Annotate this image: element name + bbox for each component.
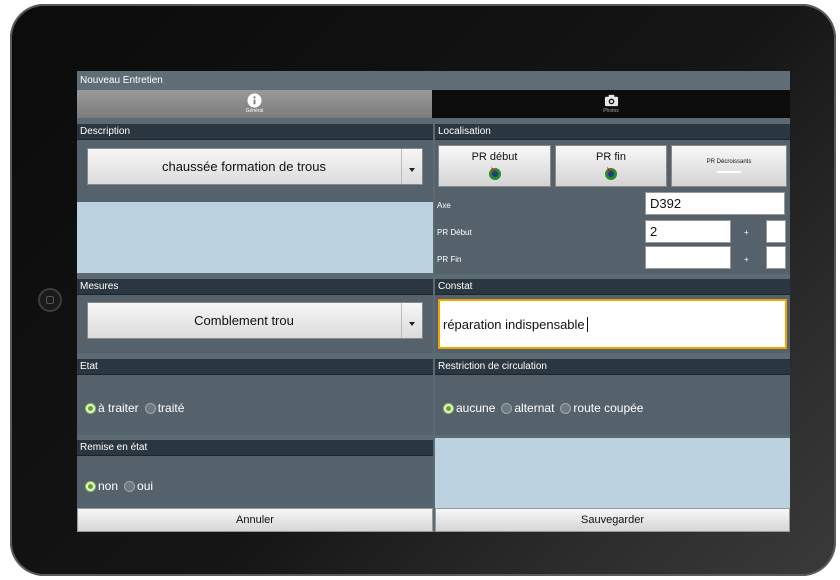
localisation-panel: Localisation PR début PR fin PR Décroiss…: [435, 124, 790, 274]
description-panel: Description chaussée formation de trous: [77, 124, 433, 202]
remise-option-label: non: [98, 479, 119, 493]
restriction-option-label: aucune: [456, 401, 496, 415]
radio-unchecked-icon: [124, 480, 136, 492]
empty-area: [435, 438, 790, 508]
gps-locate-icon: [488, 167, 501, 180]
etat-option-label: à traiter: [98, 401, 139, 415]
pr-debut-input[interactable]: 2: [645, 220, 731, 243]
radio-unchecked-icon: [560, 402, 572, 414]
pr-fin-field-label: PR Fin: [437, 255, 462, 264]
tab-photos[interactable]: Photos: [432, 90, 790, 118]
radio-unchecked-icon: [144, 402, 156, 414]
pr-debut-button-label: PR début: [471, 151, 518, 163]
gps-locate-icon: [605, 167, 617, 180]
restriction-header: Restriction de circulation: [435, 359, 790, 375]
constat-value: réparation indispensable: [443, 316, 585, 332]
radio-unchecked-icon: [501, 402, 513, 414]
etat-radio-group: à traiter traité: [85, 401, 190, 415]
pr-fin-input[interactable]: [645, 246, 731, 269]
description-header: Description: [77, 124, 433, 140]
remise-radio-group: non oui: [85, 479, 159, 493]
radio-checked-icon: [85, 480, 96, 492]
tab-photos-label: Photos: [603, 108, 619, 114]
description-empty-area: [77, 202, 433, 273]
remise-panel: Remise en état non oui: [77, 440, 433, 508]
description-value: chaussée formation de trous: [161, 159, 327, 174]
pr-debut-offset-input[interactable]: [766, 220, 786, 243]
tablet-frame: Nouveau Entretien Général Photos Descrip…: [10, 4, 836, 576]
restriction-option-label: alternat: [514, 401, 555, 415]
remise-option-oui[interactable]: oui: [124, 479, 153, 493]
axe-input[interactable]: D392: [645, 192, 785, 215]
localisation-header: Localisation: [435, 124, 790, 140]
constat-panel: Constat réparation indispensable: [435, 279, 790, 353]
restriction-option-label: route coupée: [573, 401, 644, 415]
cancel-button[interactable]: Annuler: [77, 508, 433, 532]
remise-option-label: oui: [137, 479, 154, 493]
toggle-indicator: [717, 171, 741, 173]
restriction-radio-group: aucune alternat route coupée: [443, 401, 649, 415]
remise-header: Remise en état: [77, 440, 433, 456]
remise-option-non[interactable]: non: [85, 479, 118, 493]
info-icon: [247, 93, 262, 108]
pr-fin-offset-input[interactable]: [766, 246, 786, 269]
app-screen: Nouveau Entretien Général Photos Descrip…: [77, 71, 790, 532]
etat-option-label: traité: [157, 401, 185, 415]
window-title: Nouveau Entretien: [77, 71, 790, 90]
restriction-option-aucune[interactable]: aucune: [443, 401, 495, 415]
restriction-option-alternat[interactable]: alternat: [501, 401, 554, 415]
restriction-option-route-coupee[interactable]: route coupée: [560, 401, 643, 415]
home-button[interactable]: [38, 288, 62, 312]
plus-sign: +: [744, 255, 749, 264]
pr-decroissants-toggle[interactable]: PR Décroissants: [671, 145, 787, 187]
etat-header: Etat: [77, 359, 433, 375]
chevron-down-icon: [401, 303, 422, 338]
constat-input[interactable]: réparation indispensable: [438, 299, 787, 349]
chevron-down-icon: [401, 149, 422, 184]
text-caret: [586, 316, 588, 332]
plus-sign: +: [744, 228, 749, 237]
pr-fin-button-label: PR fin: [596, 151, 626, 163]
save-button[interactable]: Sauvegarder: [435, 508, 790, 532]
mesures-value: Comblement trou: [194, 313, 294, 328]
axe-label: Axe: [437, 201, 451, 210]
description-dropdown[interactable]: chaussée formation de trous: [87, 148, 423, 185]
pr-fin-button[interactable]: PR fin: [555, 145, 667, 187]
constat-header: Constat: [435, 279, 790, 295]
camera-icon: [604, 94, 618, 107]
pr-decroissants-label: PR Décroissants: [706, 159, 752, 165]
radio-checked-icon: [443, 402, 454, 414]
tab-general[interactable]: Général: [77, 90, 432, 118]
pr-debut-field-label: PR Début: [437, 228, 472, 237]
restriction-panel: Restriction de circulation aucune altern…: [435, 359, 790, 435]
mesures-header: Mesures: [77, 279, 433, 295]
mesures-panel: Mesures Comblement trou: [77, 279, 433, 353]
mesures-dropdown[interactable]: Comblement trou: [87, 302, 423, 339]
pr-debut-button[interactable]: PR début: [438, 145, 551, 187]
tab-general-label: Général: [245, 108, 264, 114]
etat-panel: Etat à traiter traité: [77, 359, 433, 435]
etat-option-traite[interactable]: traité: [144, 401, 185, 415]
etat-option-a-traiter[interactable]: à traiter: [85, 401, 139, 415]
radio-checked-icon: [85, 402, 96, 414]
